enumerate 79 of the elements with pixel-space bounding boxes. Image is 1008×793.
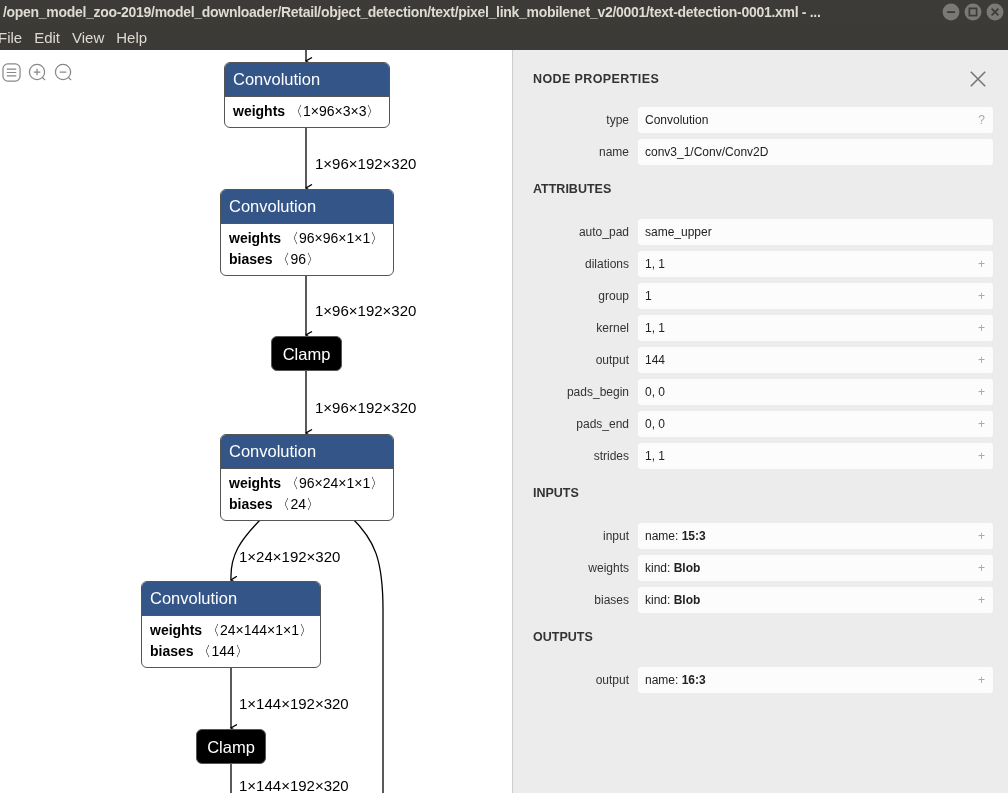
edge-label: 1×96×192×320 — [315, 302, 417, 320]
node-title: Convolution — [221, 190, 393, 224]
edge-label: 1×96×192×320 — [315, 155, 417, 173]
node-title: Convolution — [142, 582, 320, 616]
list-icon[interactable] — [2, 63, 21, 82]
value-text: 0, 0 — [645, 417, 665, 431]
graph-node[interactable]: Convolution weights 〈96×24×1×1〉 biases 〈24〉 — [220, 434, 394, 521]
value-text: Convolution — [645, 113, 709, 127]
value-text: same_upper — [645, 225, 712, 239]
expand-toggle[interactable]: + — [978, 417, 985, 431]
node-title: Convolution — [221, 435, 393, 469]
graph-node[interactable]: Convolution weights 〈96×96×1×1〉 biases 〈96〉 — [220, 189, 394, 276]
window-title: /open_model_zoo-2019/model_downloader/Retail/object_detection/text/pixel_link_mobilenet_v2/0001/text-detection-0001.xml - ... — [3, 4, 821, 20]
property-label: pads_begin — [565, 385, 630, 399]
node-attribute: weights 〈96×96×1×1〉 — [229, 229, 385, 248]
close-icon[interactable] — [986, 3, 1004, 21]
node-attribute: biases 〈144〉 — [150, 642, 250, 661]
expand-toggle[interactable]: ? — [978, 113, 985, 127]
minimize-icon[interactable] — [942, 3, 960, 21]
property-label: input — [601, 529, 630, 543]
edge-label: 1×144×192×320 — [239, 695, 349, 713]
value-text: 144 — [645, 353, 666, 367]
property-label: output — [594, 353, 630, 367]
value-text: conv3_1/Conv/Conv2D — [645, 145, 769, 159]
node-title: Convolution — [225, 63, 389, 97]
property-label: output — [594, 673, 630, 687]
property-label: pads_end — [575, 417, 630, 431]
value-text: name: 16:3 — [645, 673, 706, 687]
property-label: type — [605, 113, 630, 127]
node-attribute: weights 〈1×96×3×3〉 — [233, 102, 381, 121]
property-label: group — [597, 289, 630, 303]
zoom-in-icon[interactable] — [28, 63, 47, 82]
value-text: 1 — [645, 289, 652, 303]
expand-toggle[interactable]: + — [978, 385, 985, 399]
node-attribute: weights 〈96×24×1×1〉 — [229, 474, 385, 493]
graph-node[interactable]: Clamp — [271, 336, 342, 371]
property-label: weights — [587, 561, 630, 575]
expand-toggle[interactable]: + — [978, 529, 985, 543]
node-attribute: biases 〈24〉 — [229, 495, 322, 514]
node-attribute: biases 〈96〉 — [229, 250, 322, 269]
value-text: name: 15:3 — [645, 529, 706, 543]
zoom-out-icon[interactable] — [54, 63, 73, 82]
node-attribute: weights 〈24×144×1×1〉 — [150, 621, 312, 640]
expand-toggle[interactable]: + — [978, 257, 985, 271]
maximize-icon[interactable] — [964, 3, 982, 21]
expand-toggle[interactable]: + — [978, 673, 985, 687]
value-text: 0, 0 — [645, 385, 665, 399]
graph-node[interactable]: Clamp — [196, 729, 266, 764]
property-label: name — [597, 145, 630, 159]
value-text: kind: Blob — [645, 593, 701, 607]
edge-label: 1×144×192×320 — [239, 777, 349, 793]
expand-toggle[interactable]: + — [978, 321, 985, 335]
expand-toggle[interactable]: + — [978, 353, 985, 367]
menu-item[interactable]: View — [72, 28, 112, 46]
expand-toggle[interactable]: + — [978, 449, 985, 463]
section-heading: OUTPUTS — [533, 629, 594, 646]
property-label: biases — [593, 593, 630, 607]
expand-toggle[interactable]: + — [978, 593, 985, 607]
value-text: 1, 1 — [645, 321, 665, 335]
property-label: kernel — [595, 321, 630, 335]
menu-item[interactable]: Help — [116, 28, 155, 46]
section-heading: ATTRIBUTES — [533, 181, 613, 198]
edge-label: 1×96×192×320 — [315, 399, 417, 417]
menu-item[interactable]: File — [0, 28, 30, 46]
graph-node[interactable]: Convolution weights 〈1×96×3×3〉 — [224, 62, 390, 128]
property-label: strides — [592, 449, 630, 463]
value-text: kind: Blob — [645, 561, 701, 575]
expand-toggle[interactable]: + — [978, 561, 985, 575]
close-icon[interactable] — [969, 70, 987, 88]
section-heading: INPUTS — [533, 485, 580, 502]
expand-toggle[interactable]: + — [978, 289, 985, 303]
value-text: 1, 1 — [645, 449, 665, 463]
property-label: auto_pad — [577, 225, 630, 239]
menu-item[interactable]: Edit — [34, 28, 68, 46]
edge-label: 1×24×192×320 — [239, 548, 341, 566]
property-label: dilations — [583, 257, 630, 271]
panel-title: NODE PROPERTIES — [533, 72, 660, 86]
graph-node[interactable]: Convolution weights 〈24×144×1×1〉 biases 〈144〉 — [141, 581, 321, 668]
value-text: 1, 1 — [645, 257, 665, 271]
